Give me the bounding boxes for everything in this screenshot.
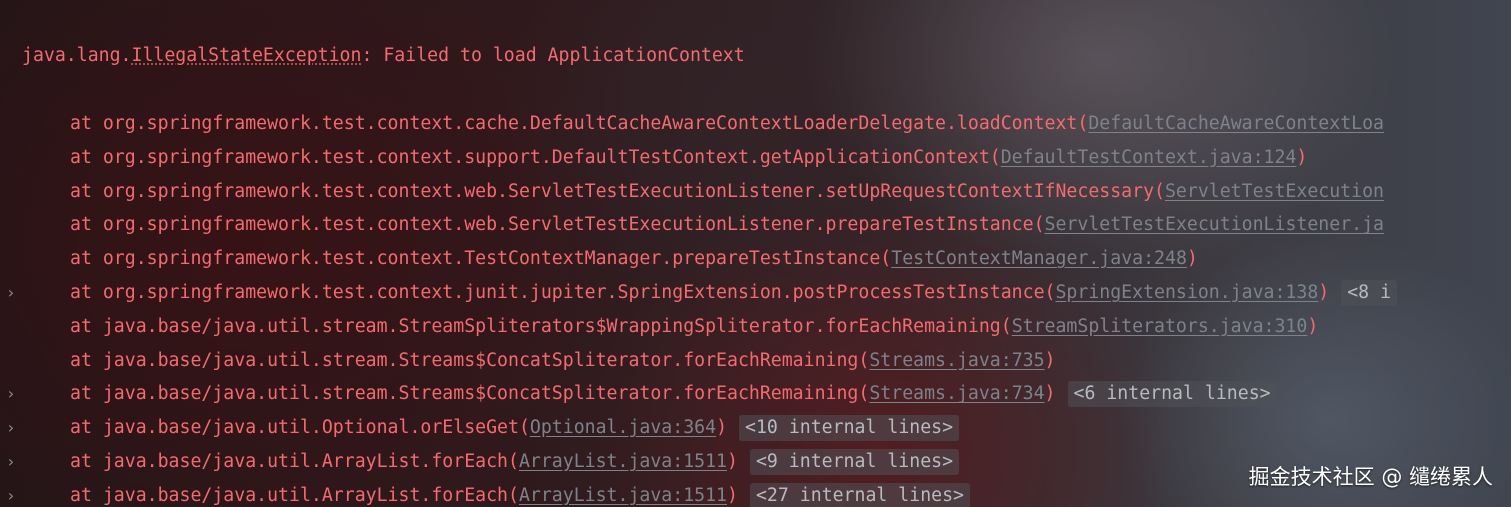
exception-header: java.lang.IllegalStateException: Failed … [0, 39, 745, 73]
stack-frame: › at java.base/java.util.stream.Streams$C… [0, 377, 1277, 411]
frame-method: at java.base/java.util.ArrayList.forEach… [70, 484, 519, 506]
stack-frame: at java.base/java.util.stream.Streams$Co… [0, 344, 1056, 378]
frame-method: at java.base/java.util.stream.Streams$Co… [70, 349, 870, 371]
frame-method: at org.springframework.test.context.Test… [70, 248, 892, 270]
frame-method: at java.base/java.util.Optional.orElseGe… [70, 417, 530, 439]
frame-method: at org.springframework.test.context.web.… [70, 214, 1045, 236]
internal-lines-badge[interactable]: <9 internal lines> [749, 449, 960, 475]
frame-close-paren: ) [1186, 248, 1198, 270]
frame-close-paren: ) [1044, 349, 1056, 371]
source-link[interactable]: DefaultTestContext.java:124 [1001, 147, 1297, 168]
source-link[interactable]: Streams.java:735 [869, 350, 1044, 371]
source-link[interactable]: StreamSpliterators.java:310 [1012, 316, 1308, 337]
frame-method: at java.base/java.util.stream.StreamSpli… [70, 315, 1012, 337]
chevron-right-icon[interactable]: › [4, 377, 18, 411]
source-link[interactable]: SpringExtension.java:138 [1055, 282, 1318, 303]
stack-frame: › at java.base/java.util.ArrayList.forEac… [0, 445, 960, 479]
source-link[interactable]: DefaultCacheAwareContextLoa [1088, 113, 1384, 134]
stack-frame: at org.springframework.test.context.cach… [0, 107, 1384, 141]
frame-close-paren: ) [1296, 146, 1308, 168]
stack-trace: java.lang.IllegalStateException: Failed … [0, 0, 1511, 507]
exception-message: : Failed to load ApplicationContext [361, 45, 745, 66]
stack-frame: › at org.springframework.test.context.jun… [0, 276, 1398, 310]
exception-package: java.lang. [22, 45, 132, 66]
frame-close-paren: ) [716, 417, 728, 439]
source-link[interactable]: ArrayList.java:1511 [519, 485, 727, 506]
stack-frame: at org.springframework.test.context.supp… [0, 141, 1307, 175]
chevron-right-icon[interactable]: › [4, 411, 18, 445]
frame-method: at org.springframework.test.context.supp… [70, 146, 1001, 168]
internal-lines-badge[interactable]: <8 i [1341, 280, 1398, 306]
internal-lines-badge[interactable]: <10 internal lines> [739, 415, 960, 442]
source-link[interactable]: TestContextManager.java:248 [891, 248, 1187, 269]
source-link[interactable]: ArrayList.java:1511 [519, 451, 727, 472]
frame-close-paren: ) [1318, 282, 1330, 303]
source-link[interactable]: ServletTestExecutionListener.ja [1045, 214, 1384, 235]
watermark: 掘金技术社区 @ 缱绻累人 [1248, 465, 1493, 489]
chevron-right-icon[interactable]: › [4, 445, 18, 479]
frame-method: at org.springframework.test.context.cach… [70, 113, 1089, 134]
exception-class-link[interactable]: IllegalStateException [132, 45, 362, 66]
stack-frame: at java.base/java.util.stream.StreamSpli… [0, 310, 1318, 344]
source-link[interactable]: ServletTestExecution [1165, 181, 1384, 202]
frame-method: at org.springframework.test.context.web.… [70, 180, 1165, 202]
console-output: java.lang.IllegalStateException: Failed … [0, 0, 1511, 507]
stack-frame: › at java.base/java.util.ArrayList.forEac… [0, 479, 970, 507]
internal-lines-badge[interactable]: <27 internal lines> [749, 482, 970, 507]
stack-frame: at org.springframework.test.context.web.… [0, 175, 1384, 209]
frame-close-paren: ) [727, 451, 738, 472]
stack-frame: › at java.base/java.util.Optional.orElseG… [0, 411, 960, 445]
stack-frame: at org.springframework.test.context.Test… [0, 242, 1198, 276]
internal-lines-badge[interactable]: <6 internal lines> [1067, 381, 1277, 408]
chevron-right-icon[interactable]: › [4, 479, 18, 507]
source-link[interactable]: Streams.java:734 [869, 383, 1044, 404]
source-link[interactable]: Optional.java:364 [530, 417, 716, 438]
frame-method: at java.base/java.util.ArrayList.forEach… [70, 451, 519, 472]
frame-close-paren: ) [1307, 315, 1319, 337]
frame-method: at java.base/java.util.stream.Streams$Co… [70, 383, 870, 405]
frame-close-paren: ) [727, 484, 738, 506]
chevron-right-icon[interactable]: › [4, 276, 18, 310]
frame-method: at org.springframework.test.context.juni… [70, 282, 1056, 303]
frame-close-paren: ) [1044, 383, 1056, 405]
stack-frame: at org.springframework.test.context.web.… [0, 208, 1384, 242]
